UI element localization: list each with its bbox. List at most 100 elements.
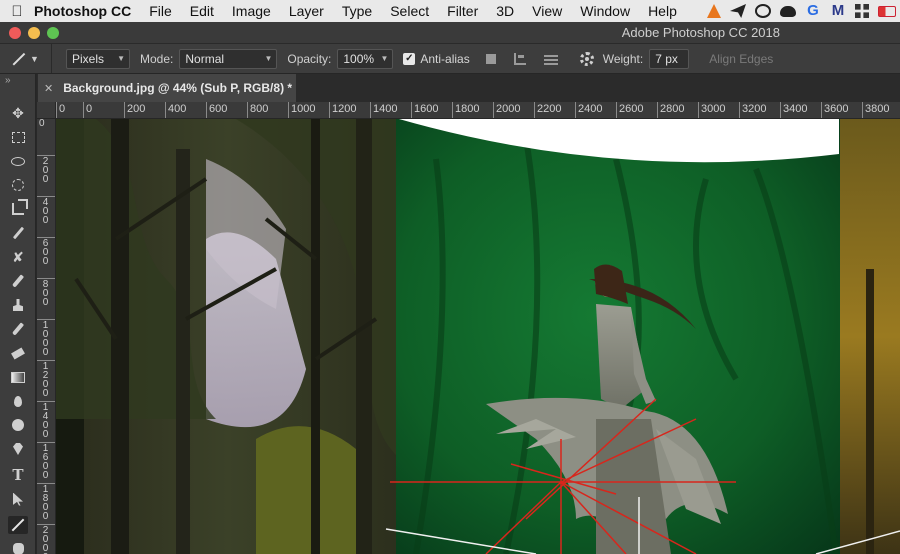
status-icons: G M <box>707 0 896 22</box>
lasso-tool-icon[interactable] <box>8 152 28 170</box>
blend-mode-value: Normal <box>185 51 225 66</box>
document-tab-title: Background.jpg @ 44% (Sub P, RGB/8) * <box>63 81 293 95</box>
menu-edit[interactable]: Edit <box>190 3 214 19</box>
ruler-label: 3400 <box>780 102 807 118</box>
antialias-checkbox[interactable]: ✓ <box>403 52 416 65</box>
eyedropper-tool-icon[interactable] <box>8 224 28 242</box>
menu-help[interactable]: Help <box>648 3 677 19</box>
close-icon[interactable]: ✕ <box>44 82 53 95</box>
opacity-input[interactable]: 100% ▼ <box>337 48 394 69</box>
gear-icon[interactable] <box>579 51 594 66</box>
hand-tool-icon[interactable] <box>8 540 28 554</box>
mode-label: Mode: <box>140 51 174 66</box>
menu-image[interactable]: Image <box>232 3 271 19</box>
blur-tool-icon[interactable] <box>8 392 28 410</box>
tools-panel: » ✥ ✘ T <box>0 74 36 554</box>
minimize-window-button[interactable] <box>28 27 40 39</box>
antialias-label: Anti-alias <box>420 51 470 66</box>
chevron-down-icon: ▼ <box>264 54 273 63</box>
weight-label: Weight: <box>602 51 644 66</box>
creative-cloud-icon[interactable] <box>755 4 771 18</box>
document-tab-bar: ✕ Background.jpg @ 44% (Sub P, RGB/8) * <box>37 74 900 102</box>
ruler-label: 2200 <box>534 102 561 118</box>
menu-3d[interactable]: 3D <box>496 3 514 19</box>
tool-preset-picker[interactable]: ▼ <box>0 44 52 73</box>
gradient-tool-icon[interactable] <box>8 368 28 386</box>
malwarebytes-icon[interactable]: M <box>830 3 846 18</box>
ruler-label: 1000 <box>37 319 55 356</box>
menu-select[interactable]: Select <box>390 3 429 19</box>
line-icon <box>12 52 26 66</box>
crop-tool-icon[interactable] <box>8 199 28 218</box>
quick-select-tool-icon[interactable] <box>8 176 28 194</box>
ruler-label: 3600 <box>821 102 848 118</box>
ruler-label: 1600 <box>411 102 438 118</box>
marquee-tool-icon[interactable] <box>8 128 28 146</box>
collapse-panel-icon[interactable]: » <box>5 75 11 86</box>
ruler-label: 400 <box>37 196 55 224</box>
document-tab[interactable]: ✕ Background.jpg @ 44% (Sub P, RGB/8) * <box>38 74 296 102</box>
weight-input[interactable]: 7 px <box>649 48 690 69</box>
ruler-label: 1400 <box>370 102 397 118</box>
brush-tool-icon[interactable] <box>8 272 28 290</box>
menu-layer[interactable]: Layer <box>289 3 324 19</box>
horizontal-ruler[interactable]: 0 0 200 400 600 800 1000 1200 1400 1600 … <box>56 102 900 119</box>
opacity-label: Opacity: <box>287 51 332 66</box>
menu-file[interactable]: File <box>149 3 172 19</box>
options-bar: ▼ Pixels ▼ Mode: Normal ▼ Opacity: 100% … <box>0 44 900 74</box>
window-titlebar: Adobe Photoshop CC 2018 <box>0 22 900 44</box>
apple-icon[interactable]:  <box>0 3 34 20</box>
clone-stamp-tool-icon[interactable] <box>8 296 28 314</box>
ruler-origin[interactable] <box>37 102 56 119</box>
ruler-label: 0 <box>37 119 55 130</box>
eraser-tool-icon[interactable] <box>8 344 28 362</box>
move-tool-icon[interactable]: ✥ <box>8 104 28 122</box>
history-brush-tool-icon[interactable] <box>8 320 28 338</box>
menu-type[interactable]: Type <box>342 3 372 19</box>
type-tool-icon[interactable]: T <box>8 466 28 484</box>
document-canvas[interactable] <box>56 119 900 554</box>
grid-icon[interactable] <box>855 4 869 18</box>
zoom-window-button[interactable] <box>47 27 59 39</box>
cloud-icon[interactable] <box>780 5 796 17</box>
macos-menubar:  Photoshop CC File Edit Image Layer Typ… <box>0 0 900 22</box>
line-tool-icon[interactable] <box>8 516 28 534</box>
ruler-label: 800 <box>37 278 55 306</box>
path-operations-icon[interactable] <box>485 53 496 64</box>
menu-window[interactable]: Window <box>580 3 630 19</box>
ruler-label: 600 <box>37 237 55 265</box>
ruler-label: 2000 <box>37 524 55 554</box>
path-selection-tool-icon[interactable] <box>8 490 28 508</box>
ruler-label: 800 <box>247 102 268 118</box>
window-title: Adobe Photoshop CC 2018 <box>621 25 780 40</box>
blend-mode-select[interactable]: Normal ▼ <box>179 48 278 69</box>
align-edges-option[interactable]: Align Edges <box>709 52 773 66</box>
send-icon[interactable] <box>730 4 746 18</box>
ruler-label: 1800 <box>452 102 479 118</box>
ruler-label: 1400 <box>37 401 55 438</box>
close-window-button[interactable] <box>9 27 21 39</box>
ruler-label: 1200 <box>37 360 55 397</box>
app-menu[interactable]: Photoshop CC <box>34 3 131 19</box>
path-alignment-icon[interactable] <box>513 52 526 65</box>
ruler-label: 600 <box>206 102 227 118</box>
ruler-label: 3000 <box>698 102 725 118</box>
ruler-label: 2600 <box>616 102 643 118</box>
battery-icon[interactable] <box>878 5 896 17</box>
ruler-label: 2400 <box>575 102 602 118</box>
ruler-label: 3200 <box>739 102 766 118</box>
vlc-icon[interactable] <box>707 4 721 18</box>
dodge-tool-icon[interactable] <box>8 416 28 434</box>
photo <box>56 119 900 554</box>
menu-filter[interactable]: Filter <box>447 3 478 19</box>
healing-brush-tool-icon[interactable]: ✘ <box>8 248 28 266</box>
vertical-ruler[interactable]: 0 200 400 600 800 1000 1200 1400 1600 18… <box>37 119 56 554</box>
ruler-label: 200 <box>124 102 145 118</box>
pen-tool-icon[interactable] <box>8 440 28 458</box>
tool-mode-select[interactable]: Pixels ▼ <box>66 48 130 69</box>
path-arrangement-icon[interactable] <box>543 52 558 65</box>
menu-view[interactable]: View <box>532 3 562 19</box>
ruler-label: 2800 <box>657 102 684 118</box>
google-icon[interactable]: G <box>805 3 821 18</box>
ruler-label: 0 <box>83 102 92 118</box>
